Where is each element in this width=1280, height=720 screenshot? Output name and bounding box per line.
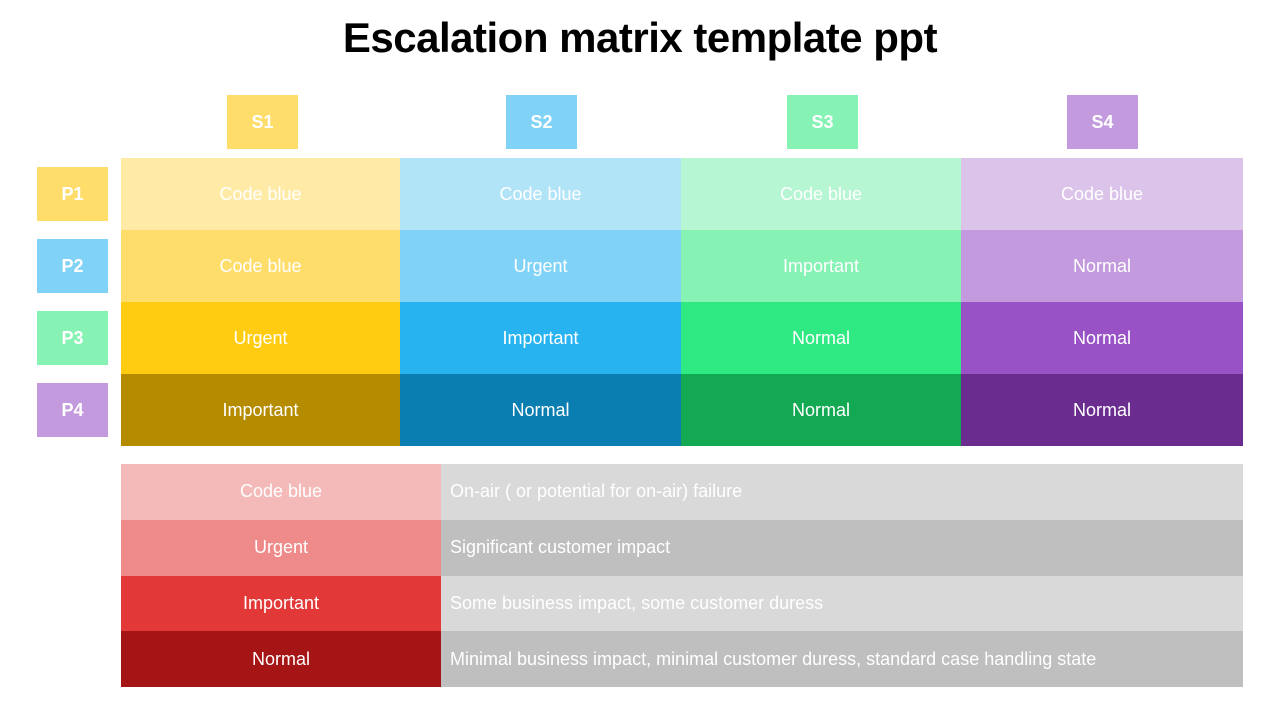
priority-header-p3: P3 [37,311,108,365]
legend-description: Significant customer impact [441,519,1243,576]
legend-description: Some business impact, some customer dure… [441,575,1243,632]
matrix-cell-p4-s4: Normal [961,374,1243,446]
legend-row: Normal Minimal business impact, minimal … [121,631,1243,687]
priority-header-p4: P4 [37,383,108,437]
matrix-cell-p4-s2: Normal [400,374,681,446]
matrix-cell-p2-s1: Code blue [121,230,400,302]
slide-title: Escalation matrix template ppt [342,14,938,61]
matrix-cell-p2-s3: Important [681,230,961,302]
legend-description: On-air ( or potential for on-air) failur… [441,464,1243,520]
severity-header-s1: S1 [227,95,298,149]
escalation-legend: Code blue On-air ( or potential for on-a… [121,464,1243,687]
priority-header-p1: P1 [37,167,108,221]
matrix-cell-p2-s2: Urgent [400,230,681,302]
severity-header-s2: S2 [506,95,577,149]
matrix-cell-p3-s4: Normal [961,302,1243,374]
matrix-cell-p2-s4: Normal [961,230,1243,302]
legend-level: Important [121,575,441,632]
escalation-matrix: Code blue Code blue Code blue Code blue … [121,158,1243,446]
severity-header-s4: S4 [1067,95,1138,149]
matrix-cell-p3-s3: Normal [681,302,961,374]
legend-level: Normal [121,631,441,687]
matrix-cell-p1-s4: Code blue [961,158,1243,230]
matrix-cell-p3-s1: Urgent [121,302,400,374]
matrix-cell-p1-s2: Code blue [400,158,681,230]
matrix-cell-p3-s2: Important [400,302,681,374]
matrix-cell-p1-s3: Code blue [681,158,961,230]
priority-header-p2: P2 [37,239,108,293]
legend-row: Important Some business impact, some cus… [121,575,1243,632]
severity-header-s3: S3 [787,95,858,149]
legend-level: Code blue [121,464,441,520]
legend-level: Urgent [121,519,441,576]
matrix-cell-p4-s3: Normal [681,374,961,446]
matrix-cell-p1-s1: Code blue [121,158,400,230]
legend-description: Minimal business impact, minimal custome… [441,631,1243,687]
legend-row: Urgent Significant customer impact [121,519,1243,576]
matrix-cell-p4-s1: Important [121,374,400,446]
legend-row: Code blue On-air ( or potential for on-a… [121,464,1243,520]
